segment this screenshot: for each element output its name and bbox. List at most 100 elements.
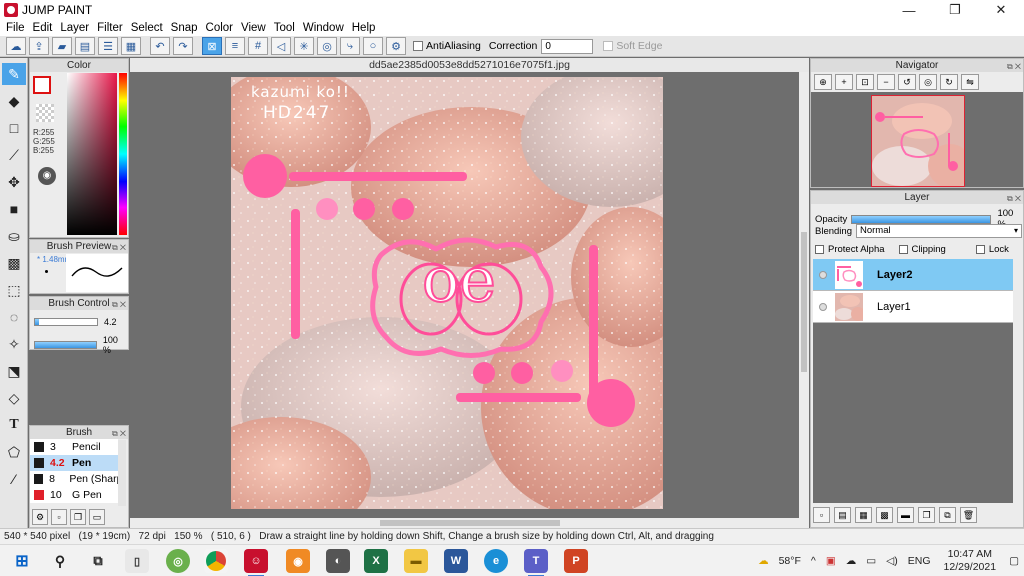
select-pen-tool-icon[interactable]: ⬔ — [2, 360, 26, 382]
canvas-vertical-scrollbar[interactable] — [799, 72, 809, 518]
snap-perspective-icon[interactable]: ◁ — [271, 37, 291, 55]
artwork-canvas[interactable]: kazumi ko!! HD247 oe — [231, 77, 663, 509]
menu-layer[interactable]: Layer — [56, 22, 93, 34]
minimize-button[interactable]: — — [886, 0, 932, 20]
brush-list-scrollbar[interactable] — [118, 440, 126, 506]
new-halftone-layer-icon[interactable]: ▦ — [855, 507, 872, 523]
comment-icon[interactable]: ▰ — [52, 37, 72, 55]
text-tool-icon[interactable]: T — [2, 414, 26, 436]
weather-temp[interactable]: 58°F — [779, 555, 801, 567]
weather-icon[interactable]: ☁ — [758, 555, 769, 567]
move-tool-icon[interactable]: ✥ — [2, 171, 26, 193]
copy-brush-icon[interactable]: ❐ — [70, 509, 86, 525]
rectangle-tool-icon[interactable]: □ — [2, 117, 26, 139]
snap-radial-icon[interactable]: ✳ — [294, 37, 314, 55]
zoom-fit-icon[interactable]: ⊕ — [814, 74, 832, 90]
clipping-checkbox[interactable] — [898, 245, 908, 254]
brush-item-pen[interactable]: 4.2 Pen — [30, 455, 118, 471]
tray-expand-icon[interactable]: ^ — [811, 555, 816, 567]
notification-icon[interactable]: ▢ — [1009, 555, 1019, 567]
task-view-icon[interactable]: ⧉ — [86, 549, 110, 573]
document-tab[interactable]: dd5ae2385d0053e8dd5271016e7075f1.jpg — [130, 58, 809, 72]
volume-icon[interactable]: ◁) — [886, 555, 898, 567]
rotate-left-icon[interactable]: ↺ — [898, 74, 916, 90]
menu-filter[interactable]: Filter — [93, 22, 127, 34]
file-explorer-icon[interactable]: ▬ — [404, 549, 428, 573]
bucket-tool-icon[interactable]: ⛀ — [2, 225, 26, 247]
lasso-tool-icon[interactable]: ◌ — [2, 306, 26, 328]
new-folder-icon[interactable]: ▬ — [897, 507, 914, 523]
navigator-thumbnail[interactable] — [871, 95, 965, 187]
menu-window[interactable]: Window — [299, 22, 348, 34]
transparent-color-swatch[interactable] — [36, 104, 54, 122]
layer-row-layer1[interactable]: Layer1 — [813, 291, 1013, 323]
fill-rect-tool-icon[interactable]: ■ — [2, 198, 26, 220]
rotate-right-icon[interactable]: ↻ — [940, 74, 958, 90]
app-orange-icon[interactable]: ◉ — [286, 549, 310, 573]
zoom-in-icon[interactable]: + — [835, 74, 853, 90]
snap-grid-icon[interactable]: # — [248, 37, 268, 55]
jump-paint-taskbar-icon[interactable]: ☺ — [244, 549, 268, 576]
brush-settings-icon[interactable]: ⚙ — [32, 509, 48, 525]
brush-item-pen-sharp[interactable]: 8 Pen (Sharp — [30, 471, 118, 487]
layer-row-layer2[interactable]: Layer2 — [813, 259, 1013, 291]
dialog-icon[interactable]: ▤ — [75, 37, 95, 55]
lock-checkbox[interactable] — [975, 245, 985, 254]
zoom-out-icon[interactable]: − — [877, 74, 895, 90]
snap-curve-icon[interactable]: ⤷ — [340, 37, 360, 55]
windows-start-icon[interactable]: ⊞ — [10, 549, 34, 573]
new-brush-icon[interactable]: ▫ — [51, 509, 67, 525]
line-tool-icon[interactable]: ⟋ — [2, 144, 26, 166]
correction-select[interactable]: 0 — [541, 38, 594, 54]
palette-icon[interactable]: ◉ — [38, 167, 56, 185]
redo-icon[interactable]: ↷ — [173, 37, 193, 55]
protect-alpha-checkbox[interactable] — [815, 245, 824, 254]
menu-view[interactable]: View — [237, 22, 270, 34]
search-icon[interactable]: ⚲ — [48, 549, 72, 573]
flip-icon[interactable]: ⇋ — [961, 74, 979, 90]
new-raster-layer-icon[interactable]: ▤ — [834, 507, 851, 523]
clock[interactable]: 10:47 AM 12/29/2021 — [944, 548, 997, 574]
layer-opacity-slider[interactable] — [851, 214, 992, 224]
visibility-toggle-icon[interactable] — [819, 302, 827, 311]
new-tone-layer-icon[interactable]: ▩ — [876, 507, 893, 523]
visibility-toggle-icon[interactable] — [819, 270, 827, 279]
brush-tool-icon[interactable]: ✎ — [2, 63, 26, 85]
saturation-value-field[interactable] — [67, 73, 117, 235]
menu-snap[interactable]: Snap — [167, 22, 202, 34]
export-icon[interactable]: ⇪ — [29, 37, 49, 55]
brush-item-pencil[interactable]: 3 Pencil — [30, 439, 118, 455]
whiteboard-icon[interactable]: ▯ — [125, 549, 149, 573]
list-icon[interactable]: ☰ — [98, 37, 118, 55]
actual-size-icon[interactable]: ⊡ — [856, 74, 874, 90]
snap-parallel-icon[interactable]: ≡ — [225, 37, 245, 55]
language-indicator[interactable]: ENG — [908, 555, 931, 567]
menu-help[interactable]: Help — [348, 22, 380, 34]
select-eraser-tool-icon[interactable]: ◇ — [2, 387, 26, 409]
menu-color[interactable]: Color — [202, 22, 237, 34]
app-green-icon[interactable]: ◎ — [166, 549, 190, 573]
snap-circle-icon[interactable]: ○ — [363, 37, 383, 55]
brush-opacity-slider[interactable] — [34, 341, 97, 349]
word-icon[interactable]: W — [444, 549, 468, 573]
brush-item-g-pen[interactable]: 10 G Pen — [30, 487, 118, 503]
duplicate-layer-icon[interactable]: ❐ — [918, 507, 935, 523]
teams-icon[interactable]: T — [524, 549, 548, 576]
magic-wand-tool-icon[interactable]: ✧ — [2, 333, 26, 355]
canvas-horizontal-scrollbar[interactable] — [130, 518, 809, 528]
menu-file[interactable]: File — [2, 22, 29, 34]
menu-tool[interactable]: Tool — [270, 22, 299, 34]
excel-icon[interactable]: X — [364, 549, 388, 573]
network-icon[interactable]: ▭ — [866, 555, 876, 567]
reset-rotation-icon[interactable]: ◎ — [919, 74, 937, 90]
blending-select[interactable]: Normal — [855, 224, 1022, 238]
settings-icon[interactable]: ⚙ — [386, 37, 406, 55]
menu-select[interactable]: Select — [127, 22, 167, 34]
select-rect-tool-icon[interactable]: ⬚ — [2, 279, 26, 301]
edge-icon[interactable]: e — [484, 549, 508, 573]
snap-off-icon[interactable]: ⊠ — [202, 37, 222, 55]
merge-layer-icon[interactable]: ⧉ — [939, 507, 956, 523]
frame-tool-icon[interactable]: ⬠ — [2, 441, 26, 463]
snap-concentric-icon[interactable]: ◎ — [317, 37, 337, 55]
tray-app-icon[interactable]: ▣ — [826, 555, 836, 567]
